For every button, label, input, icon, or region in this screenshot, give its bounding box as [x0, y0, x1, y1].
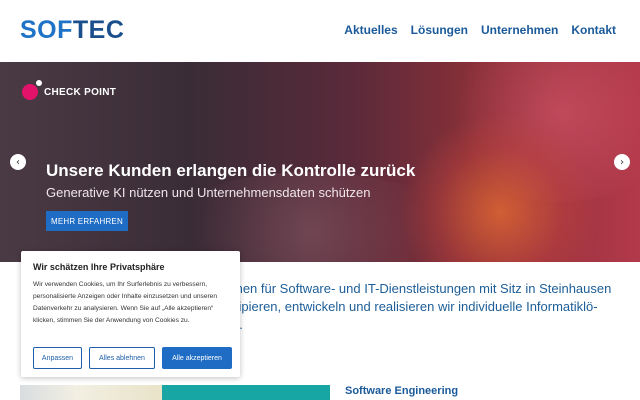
- cookie-buttons: Anpassen Alles ablehnen Alle akzeptieren: [33, 347, 232, 369]
- hero-subtitle: Generative KI nützen und Unternehmensdat…: [46, 185, 371, 200]
- check-point-logo-text: CHECK POINT: [44, 86, 117, 98]
- check-point-logo: CHECK POINT: [22, 80, 117, 100]
- software-engineering-image: [20, 385, 330, 400]
- nav-loesungen[interactable]: Lösungen: [411, 23, 468, 37]
- intro-line-1: men für Software- und IT-Dienstleistunge…: [232, 281, 612, 296]
- section-title-software-engineering[interactable]: Software Engineering: [345, 385, 458, 397]
- slider-prev-icon[interactable]: ‹: [10, 154, 26, 170]
- nav-aktuelles[interactable]: Aktuelles: [344, 23, 397, 37]
- image-photo-part: [20, 385, 162, 400]
- page: SOFTEC Aktuelles Lösungen Unternehmen Ko…: [0, 0, 640, 400]
- cookie-reject-all-button[interactable]: Alles ablehnen: [89, 347, 155, 369]
- check-point-logo-icon: [22, 80, 42, 100]
- cookie-text: Wir verwenden Cookies, um Ihr Surferlebn…: [33, 281, 218, 324]
- slider-next-icon[interactable]: ›: [614, 154, 630, 170]
- site-header: SOFTEC Aktuelles Lösungen Unternehmen Ko…: [0, 0, 640, 62]
- logo-part-2: TEC: [72, 16, 125, 44]
- hero-title: Unsere Kunden erlangen die Kontrolle zur…: [46, 161, 416, 180]
- nav-kontakt[interactable]: Kontakt: [571, 23, 616, 37]
- intro-line-3: n.: [232, 316, 632, 334]
- intro-text: men für Software- und IT-Dienstleistunge…: [232, 280, 632, 334]
- nav-unternehmen[interactable]: Unternehmen: [481, 23, 558, 37]
- image-teal-part: [162, 385, 330, 400]
- main-nav: Aktuelles Lösungen Unternehmen Kontakt: [344, 23, 616, 37]
- intro-line-2: zipieren, entwickeln und realisieren wir…: [232, 299, 598, 314]
- softec-logo[interactable]: SOFTEC: [20, 16, 124, 45]
- cookie-customize-button[interactable]: Anpassen: [33, 347, 82, 369]
- cookie-title: Wir schätzen Ihre Privatsphäre: [33, 262, 165, 272]
- cookie-consent-dialog: Wir schätzen Ihre Privatsphäre Wir verwe…: [21, 251, 240, 377]
- hero-slider: CHECK POINT ‹ › Unsere Kunden erlangen d…: [0, 62, 640, 262]
- cookie-accept-all-button[interactable]: Alle akzeptieren: [162, 347, 232, 369]
- mehr-erfahren-button[interactable]: MEHR ERFAHREN: [46, 211, 128, 231]
- logo-part-1: SOF: [20, 16, 73, 44]
